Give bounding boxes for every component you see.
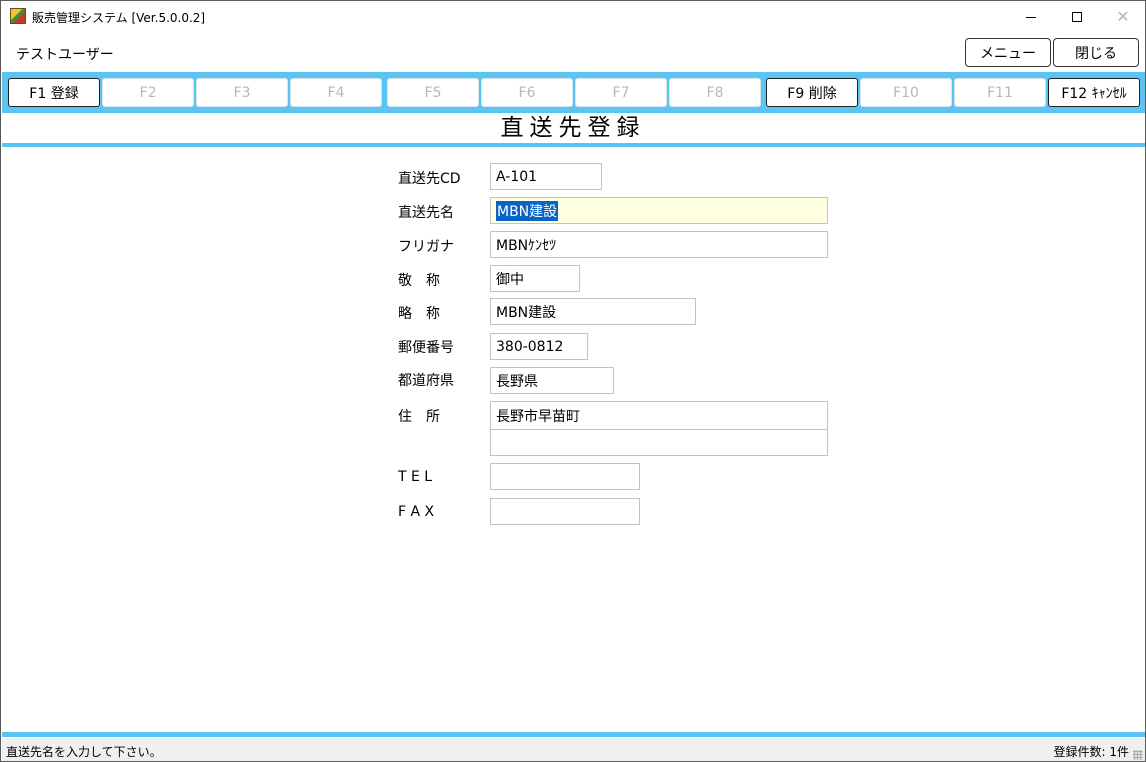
- address-label: 住 所: [398, 409, 440, 425]
- f2-button[interactable]: F2: [102, 78, 194, 107]
- title-bar[interactable]: 販売管理システム [Ver.5.0.0.2] ✕: [1, 1, 1145, 33]
- f9-delete-button[interactable]: F9 削除: [766, 78, 858, 107]
- furigana-input[interactable]: MBNｹﾝｾﾂ: [490, 231, 828, 258]
- address-field: 長野市早苗町: [490, 401, 828, 456]
- maximize-button[interactable]: [1054, 1, 1100, 33]
- tel-input[interactable]: [490, 463, 640, 490]
- title-divider: [2, 143, 1145, 147]
- f5-button[interactable]: F5: [387, 78, 479, 107]
- app-icon: [10, 8, 26, 24]
- short-name-value: MBN建設: [496, 304, 557, 321]
- prefecture-label: 都道府県: [398, 373, 454, 389]
- user-name: テストユーザー: [16, 47, 114, 63]
- postal-code-value: 380-0812: [496, 338, 564, 355]
- name-value: MBN建設: [496, 200, 559, 221]
- address-line2-input[interactable]: [491, 429, 827, 456]
- address-line1-value: 長野市早苗町: [496, 408, 580, 425]
- furigana-label: フリガナ: [398, 239, 454, 255]
- app-window: 販売管理システム [Ver.5.0.0.2] ✕ テストユーザー メニュー 閉じ…: [0, 0, 1146, 762]
- window-title: 販売管理システム [Ver.5.0.0.2]: [32, 11, 206, 25]
- menu-button[interactable]: メニュー: [965, 38, 1051, 67]
- maximize-icon: [1072, 12, 1082, 22]
- honorific-label: 敬 称: [398, 273, 440, 289]
- f12-cancel-button[interactable]: F12 ｷｬﾝｾﾙ: [1048, 78, 1140, 107]
- prefecture-value: 長野県: [496, 373, 538, 390]
- f1-register-button[interactable]: F1 登録: [8, 78, 100, 107]
- status-bar: 直送先名を入力して下さい。 登録件数: 1件: [2, 738, 1145, 761]
- short-name-input[interactable]: MBN建設: [490, 298, 696, 325]
- page-title: 直送先登録: [500, 115, 646, 141]
- f11-button[interactable]: F11: [954, 78, 1046, 107]
- f8-button[interactable]: F8: [669, 78, 761, 107]
- name-label: 直送先名: [398, 205, 454, 221]
- f10-button[interactable]: F10: [860, 78, 952, 107]
- resize-grip-icon[interactable]: [1133, 750, 1143, 760]
- status-message: 直送先名を入力して下さい。: [6, 745, 162, 759]
- code-input[interactable]: A-101: [490, 163, 602, 190]
- minimize-icon: [1026, 16, 1036, 18]
- code-value: A-101: [496, 168, 538, 185]
- close-icon: ✕: [1116, 7, 1130, 26]
- f3-button[interactable]: F3: [196, 78, 288, 107]
- record-count: 登録件数: 1件: [1053, 745, 1130, 759]
- fax-input[interactable]: [490, 498, 640, 525]
- f7-button[interactable]: F7: [575, 78, 667, 107]
- tel-label: T E L: [398, 469, 433, 485]
- close-window-button[interactable]: ✕: [1100, 1, 1145, 33]
- furigana-value: MBNｹﾝｾﾂ: [496, 237, 557, 254]
- honorific-value: 御中: [496, 271, 524, 288]
- code-label: 直送先CD: [398, 171, 461, 187]
- name-input[interactable]: MBN建設: [490, 197, 828, 224]
- close-button[interactable]: 閉じる: [1053, 38, 1139, 67]
- function-key-bar: F1 登録 F2 F3 F4 F5 F6 F7 F8 F9 削除 F10 F11…: [2, 72, 1145, 113]
- prefecture-input[interactable]: 長野県: [490, 367, 614, 394]
- postal-code-input[interactable]: 380-0812: [490, 333, 588, 360]
- fax-label: F A X: [398, 504, 435, 520]
- bottom-divider: [2, 732, 1145, 737]
- f4-button[interactable]: F4: [290, 78, 382, 107]
- minimize-button[interactable]: [1008, 1, 1054, 33]
- f6-button[interactable]: F6: [481, 78, 573, 107]
- postal-code-label: 郵便番号: [398, 340, 454, 356]
- honorific-input[interactable]: 御中: [490, 265, 580, 292]
- short-name-label: 略 称: [398, 306, 440, 322]
- address-line1-input[interactable]: 長野市早苗町: [491, 402, 827, 429]
